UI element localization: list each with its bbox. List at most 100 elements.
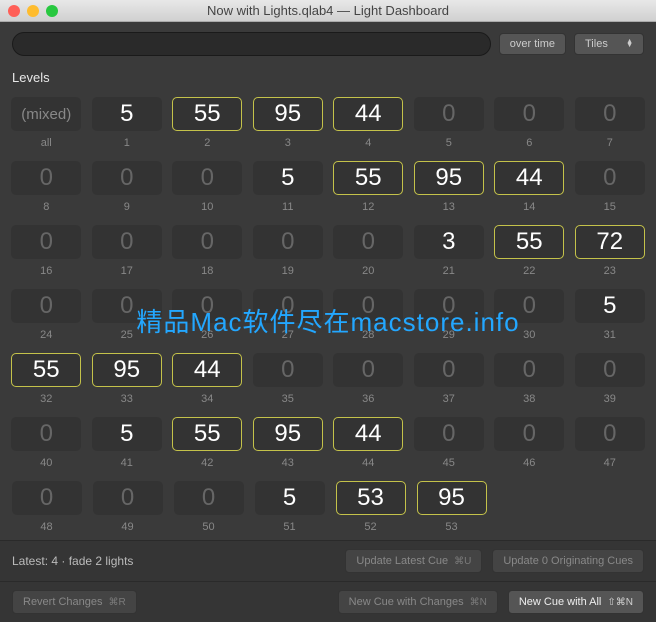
level-cell[interactable]: 026 <box>167 285 248 349</box>
maximize-icon[interactable] <box>46 5 58 17</box>
level-cell[interactable]: 321 <box>409 221 490 285</box>
level-cell[interactable]: 9513 <box>409 157 490 221</box>
level-value[interactable]: 95 <box>253 97 323 131</box>
level-cell[interactable]: 5542 <box>167 413 248 477</box>
level-value[interactable]: 0 <box>494 289 564 323</box>
level-value[interactable]: 5 <box>92 97 162 131</box>
level-cell[interactable]: 08 <box>6 157 87 221</box>
level-cell[interactable]: 035 <box>248 349 329 413</box>
level-value[interactable]: 55 <box>333 161 403 195</box>
level-cell[interactable]: 06 <box>489 93 570 157</box>
level-value[interactable]: 0 <box>253 225 323 259</box>
update-originating-cues-button[interactable]: Update 0 Originating Cues <box>492 549 644 573</box>
level-value[interactable]: 0 <box>575 97 645 131</box>
level-cell[interactable]: 4414 <box>489 157 570 221</box>
level-value[interactable]: 55 <box>172 417 242 451</box>
level-value[interactable]: 44 <box>333 97 403 131</box>
level-value[interactable]: 0 <box>414 289 484 323</box>
close-icon[interactable] <box>8 5 20 17</box>
level-value[interactable]: 0 <box>174 481 244 515</box>
level-cell[interactable]: 09 <box>87 157 168 221</box>
level-cell[interactable]: 5522 <box>489 221 570 285</box>
level-cell[interactable]: 038 <box>489 349 570 413</box>
level-value[interactable]: 5 <box>575 289 645 323</box>
level-cell[interactable]: (mixed)all <box>6 93 87 157</box>
level-cell[interactable]: 025 <box>87 285 168 349</box>
level-value[interactable]: 53 <box>336 481 406 515</box>
overtime-button[interactable]: over time <box>499 33 566 55</box>
level-value[interactable]: 55 <box>172 97 242 131</box>
level-value[interactable]: 5 <box>253 161 323 195</box>
level-value[interactable]: 95 <box>414 161 484 195</box>
level-cell[interactable]: 018 <box>167 221 248 285</box>
level-value[interactable]: 3 <box>414 225 484 259</box>
level-cell[interactable]: 039 <box>570 349 651 413</box>
level-cell[interactable]: 5352 <box>330 477 411 541</box>
level-cell[interactable]: 5532 <box>6 349 87 413</box>
level-cell[interactable]: 024 <box>6 285 87 349</box>
level-value[interactable]: 72 <box>575 225 645 259</box>
level-value[interactable]: 5 <box>92 417 162 451</box>
level-cell[interactable]: 016 <box>6 221 87 285</box>
level-cell[interactable]: 028 <box>328 285 409 349</box>
level-value[interactable]: 0 <box>333 289 403 323</box>
level-cell[interactable]: 029 <box>409 285 490 349</box>
level-cell[interactable]: 037 <box>409 349 490 413</box>
level-value[interactable]: 55 <box>11 353 81 387</box>
level-value[interactable]: 0 <box>12 481 82 515</box>
level-value[interactable]: 0 <box>92 161 162 195</box>
level-value[interactable]: 0 <box>494 97 564 131</box>
level-value[interactable]: 0 <box>11 161 81 195</box>
new-cue-with-changes-button[interactable]: New Cue with Changes ⌘N <box>338 590 498 614</box>
level-cell[interactable]: 015 <box>570 157 651 221</box>
level-cell[interactable]: 51 <box>87 93 168 157</box>
level-cell[interactable]: 045 <box>409 413 490 477</box>
level-value[interactable]: 0 <box>172 161 242 195</box>
level-cell[interactable]: 046 <box>489 413 570 477</box>
level-value[interactable]: 5 <box>255 481 325 515</box>
level-value[interactable]: 0 <box>11 417 81 451</box>
level-value[interactable]: 0 <box>414 417 484 451</box>
level-value[interactable]: 0 <box>333 353 403 387</box>
level-cell[interactable]: 010 <box>167 157 248 221</box>
update-latest-cue-button[interactable]: Update Latest Cue ⌘U <box>345 549 482 573</box>
new-cue-with-all-button[interactable]: New Cue with All ⇧⌘N <box>508 590 644 614</box>
level-value[interactable]: 95 <box>417 481 487 515</box>
level-cell[interactable]: 953 <box>248 93 329 157</box>
level-cell[interactable]: 048 <box>6 477 87 541</box>
level-cell[interactable]: 050 <box>168 477 249 541</box>
level-value[interactable]: 0 <box>253 353 323 387</box>
level-cell[interactable]: 036 <box>328 349 409 413</box>
level-value[interactable]: 0 <box>253 289 323 323</box>
level-value[interactable]: 0 <box>575 417 645 451</box>
level-value[interactable]: 95 <box>253 417 323 451</box>
level-cell[interactable]: 049 <box>87 477 168 541</box>
level-cell[interactable]: 4444 <box>328 413 409 477</box>
level-cell[interactable]: 9543 <box>248 413 329 477</box>
level-cell[interactable]: 027 <box>248 285 329 349</box>
level-cell[interactable]: 05 <box>409 93 490 157</box>
level-cell[interactable]: 9533 <box>87 349 168 413</box>
level-value[interactable]: 0 <box>11 289 81 323</box>
revert-changes-button[interactable]: Revert Changes ⌘R <box>12 590 137 614</box>
level-cell[interactable]: 07 <box>570 93 651 157</box>
level-cell[interactable]: 552 <box>167 93 248 157</box>
level-value[interactable]: 44 <box>333 417 403 451</box>
level-value[interactable]: 0 <box>494 417 564 451</box>
level-cell[interactable]: 5512 <box>328 157 409 221</box>
level-cell[interactable]: 019 <box>248 221 329 285</box>
level-value[interactable]: 0 <box>494 353 564 387</box>
level-cell[interactable]: 511 <box>248 157 329 221</box>
level-cell[interactable]: 551 <box>249 477 330 541</box>
level-cell[interactable]: 541 <box>87 413 168 477</box>
search-input[interactable] <box>12 32 491 56</box>
level-value[interactable]: (mixed) <box>11 97 81 131</box>
level-value[interactable]: 0 <box>172 289 242 323</box>
level-cell[interactable]: 047 <box>570 413 651 477</box>
level-value[interactable]: 0 <box>575 353 645 387</box>
level-cell[interactable]: 020 <box>328 221 409 285</box>
level-cell[interactable]: 7223 <box>570 221 651 285</box>
level-cell[interactable]: 4434 <box>167 349 248 413</box>
level-cell[interactable]: 017 <box>87 221 168 285</box>
level-value[interactable]: 44 <box>494 161 564 195</box>
